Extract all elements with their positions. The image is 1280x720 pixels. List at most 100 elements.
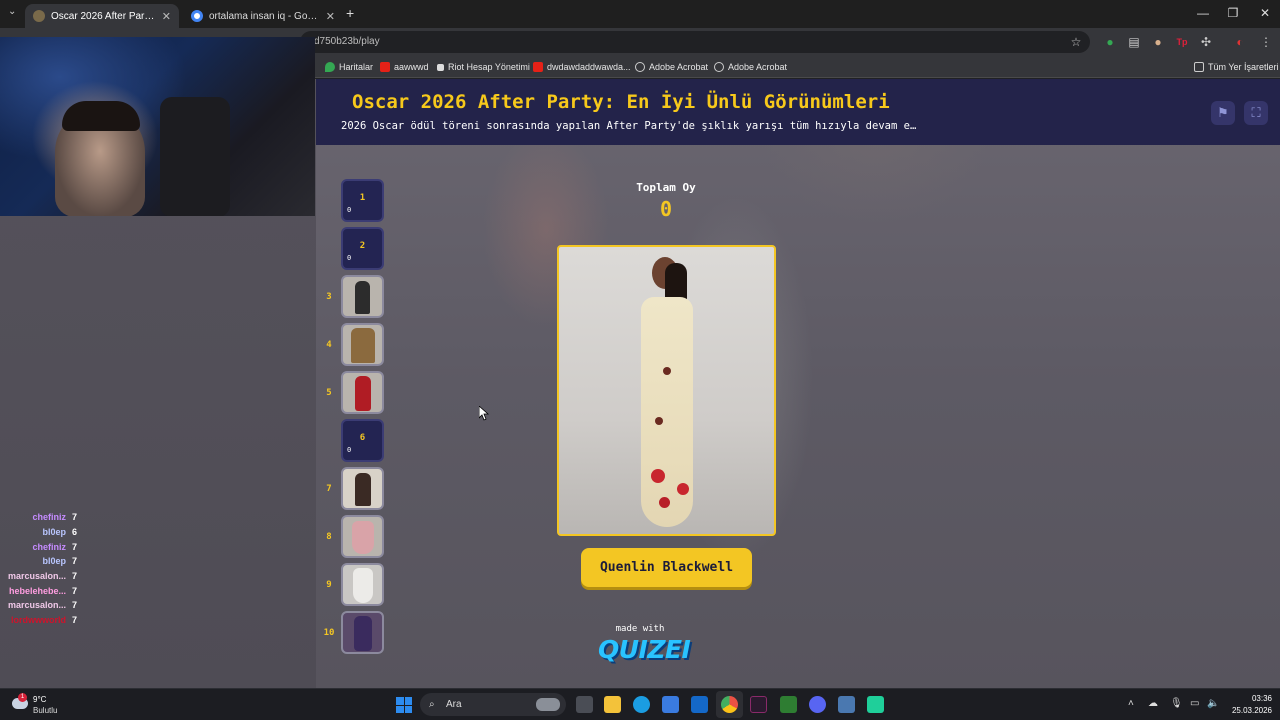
celebrity-thumbnail bbox=[355, 281, 370, 314]
rank-number-5: 5 bbox=[326, 388, 332, 398]
weather-description[interactable]: Bulutlu bbox=[33, 706, 57, 715]
rank-slot-5[interactable] bbox=[341, 371, 384, 414]
onedrive-icon[interactable]: ☁ bbox=[1148, 698, 1158, 709]
extension-icon[interactable]: ▤ bbox=[1126, 34, 1142, 50]
chat-message: marcusalon... 7 bbox=[0, 598, 80, 613]
bookmark-haritalar[interactable]: Haritalar bbox=[325, 59, 373, 75]
bookmark-label: Adobe Acrobat bbox=[649, 62, 709, 72]
extension-tp-icon[interactable]: Tp bbox=[1174, 34, 1190, 50]
rank-slot-4[interactable] bbox=[341, 323, 384, 366]
volume-icon[interactable]: 🔈 bbox=[1207, 698, 1219, 709]
network-icon[interactable]: ▭ bbox=[1190, 698, 1199, 709]
close-window-button[interactable]: ✕ bbox=[1250, 6, 1280, 20]
celebrity-photo-card[interactable] bbox=[557, 245, 776, 536]
bookmark-adobe-2[interactable]: Adobe Acrobat bbox=[714, 59, 787, 75]
rank-slot-1[interactable]: 1 0 bbox=[341, 179, 384, 222]
restore-button[interactable]: ❐ bbox=[1218, 6, 1248, 20]
chat-text: 6 bbox=[72, 527, 78, 538]
youtube-icon bbox=[533, 62, 543, 72]
mail-icon[interactable] bbox=[691, 696, 708, 713]
chat-username[interactable]: lordwwworld bbox=[11, 615, 66, 625]
quizei-logo[interactable]: QUIZEI bbox=[598, 635, 691, 664]
celebrity-thumbnail bbox=[355, 376, 371, 411]
weather-temperature[interactable]: 9°C bbox=[33, 695, 46, 704]
store-icon[interactable] bbox=[662, 696, 679, 713]
bookmark-adobe-1[interactable]: Adobe Acrobat bbox=[635, 59, 708, 75]
minimize-button[interactable]: — bbox=[1188, 6, 1218, 20]
chat-message: bl0ep 7 bbox=[0, 554, 80, 569]
rank-slot-7[interactable] bbox=[341, 467, 384, 510]
fullscreen-button[interactable]: ⛶ bbox=[1244, 101, 1268, 125]
rank-slot-9[interactable] bbox=[341, 563, 384, 606]
rank-slot-10[interactable] bbox=[341, 611, 384, 654]
rank-slot-3[interactable] bbox=[341, 275, 384, 318]
task-view-icon[interactable] bbox=[576, 696, 593, 713]
report-flag-button[interactable]: ⚑ bbox=[1211, 101, 1235, 125]
app-icon-green[interactable] bbox=[780, 696, 797, 713]
profile-icon[interactable]: ◐ bbox=[1232, 34, 1248, 50]
active-app-indicator bbox=[716, 691, 743, 718]
file-explorer-icon[interactable] bbox=[604, 696, 621, 713]
folder-icon bbox=[1194, 62, 1204, 72]
rank-number-9: 9 bbox=[326, 580, 332, 590]
rank-number-7: 7 bbox=[326, 484, 332, 494]
windows-start-icon[interactable] bbox=[396, 697, 412, 713]
all-bookmarks[interactable]: Tüm Yer İşaretleri bbox=[1194, 59, 1279, 75]
close-tab-icon[interactable]: ✕ bbox=[326, 10, 335, 23]
celebrity-thumbnail bbox=[353, 568, 373, 603]
chat-username[interactable]: marcusalon... bbox=[8, 600, 66, 610]
globe-icon bbox=[635, 62, 645, 72]
tab-list-chevron-icon[interactable]: ⌄ bbox=[8, 6, 16, 17]
chat-username[interactable]: hebelehebe... bbox=[9, 586, 66, 596]
bookmark-dwdaw[interactable]: dwdawdaddwawda... bbox=[533, 59, 631, 75]
tab-oscar-quiz[interactable]: Oscar 2026 After Party: En İyi Ü... ✕ bbox=[25, 4, 179, 28]
new-tab-button[interactable]: + bbox=[346, 5, 354, 21]
bookmark-label: aawwwd bbox=[394, 62, 429, 72]
rank-slot-6[interactable]: 6 0 bbox=[341, 419, 384, 462]
weather-badge: 1 bbox=[18, 693, 27, 702]
app-icon-dark[interactable] bbox=[750, 696, 767, 713]
chat-text: 7 bbox=[72, 585, 78, 596]
chat-message: lordwwworld 7 bbox=[0, 613, 80, 628]
celebrity-name-button[interactable]: Quenlin Blackwell bbox=[581, 548, 752, 587]
clock-date[interactable]: 25.03.2026 bbox=[1222, 706, 1272, 715]
rank-slot-votes: 0 bbox=[347, 254, 352, 262]
tray-chevron-icon[interactable]: ˄ bbox=[1128, 698, 1134, 709]
extension-shield-icon[interactable]: ● bbox=[1102, 34, 1118, 50]
total-votes-label: Toplam Oy bbox=[636, 181, 696, 194]
rank-slot-number: 2 bbox=[359, 241, 366, 251]
rank-slot-8[interactable] bbox=[341, 515, 384, 558]
bookmark-riot[interactable]: Riot Hesap Yönetimi bbox=[437, 59, 530, 75]
extensions-puzzle-icon[interactable]: ✣ bbox=[1198, 34, 1214, 50]
page-subtitle: 2026 Oscar ödül töreni sonrasında yapıla… bbox=[341, 120, 917, 132]
discord-icon[interactable] bbox=[809, 696, 826, 713]
chat-message: bl0ep 6 bbox=[0, 525, 80, 540]
close-tab-icon[interactable]: ✕ bbox=[162, 10, 171, 23]
favicon-icon bbox=[33, 10, 45, 22]
chat-username[interactable]: bl0ep bbox=[42, 527, 66, 537]
celebrity-thumbnail bbox=[354, 616, 372, 651]
chat-username[interactable]: chefiniz bbox=[32, 542, 66, 552]
address-bar[interactable]: d750b23b/play bbox=[300, 31, 1090, 53]
app-icon-teal[interactable] bbox=[867, 696, 884, 713]
taskbar-search[interactable]: ⌕ Ara bbox=[420, 693, 566, 716]
youtube-icon bbox=[380, 62, 390, 72]
app-icon-blue[interactable] bbox=[838, 696, 855, 713]
rank-slot-2[interactable]: 2 0 bbox=[341, 227, 384, 270]
clock-time[interactable]: 03:36 bbox=[1232, 694, 1272, 703]
rank-number-4: 4 bbox=[326, 340, 332, 350]
chat-username[interactable]: marcusalon... bbox=[8, 571, 66, 581]
globe-icon bbox=[714, 62, 724, 72]
webcam-chair bbox=[160, 97, 230, 216]
edge-icon[interactable] bbox=[633, 696, 650, 713]
microphone-icon[interactable]: 🎙 bbox=[1170, 698, 1183, 709]
tab-google-search[interactable]: ortalama insan iq - Google'da A... ✕ bbox=[183, 4, 343, 28]
chat-username[interactable]: bl0ep bbox=[42, 556, 66, 566]
extension-face-icon[interactable]: ● bbox=[1150, 34, 1166, 50]
bookmark-star-icon[interactable]: ☆ bbox=[1068, 34, 1084, 50]
bookmark-label: Tüm Yer İşaretleri bbox=[1208, 62, 1279, 72]
chat-username[interactable]: chefiniz bbox=[32, 512, 66, 522]
bookmark-aawwwd[interactable]: aawwwd bbox=[380, 59, 429, 75]
riot-icon bbox=[437, 63, 444, 71]
menu-kebab-icon[interactable]: ⋮ bbox=[1258, 34, 1274, 50]
